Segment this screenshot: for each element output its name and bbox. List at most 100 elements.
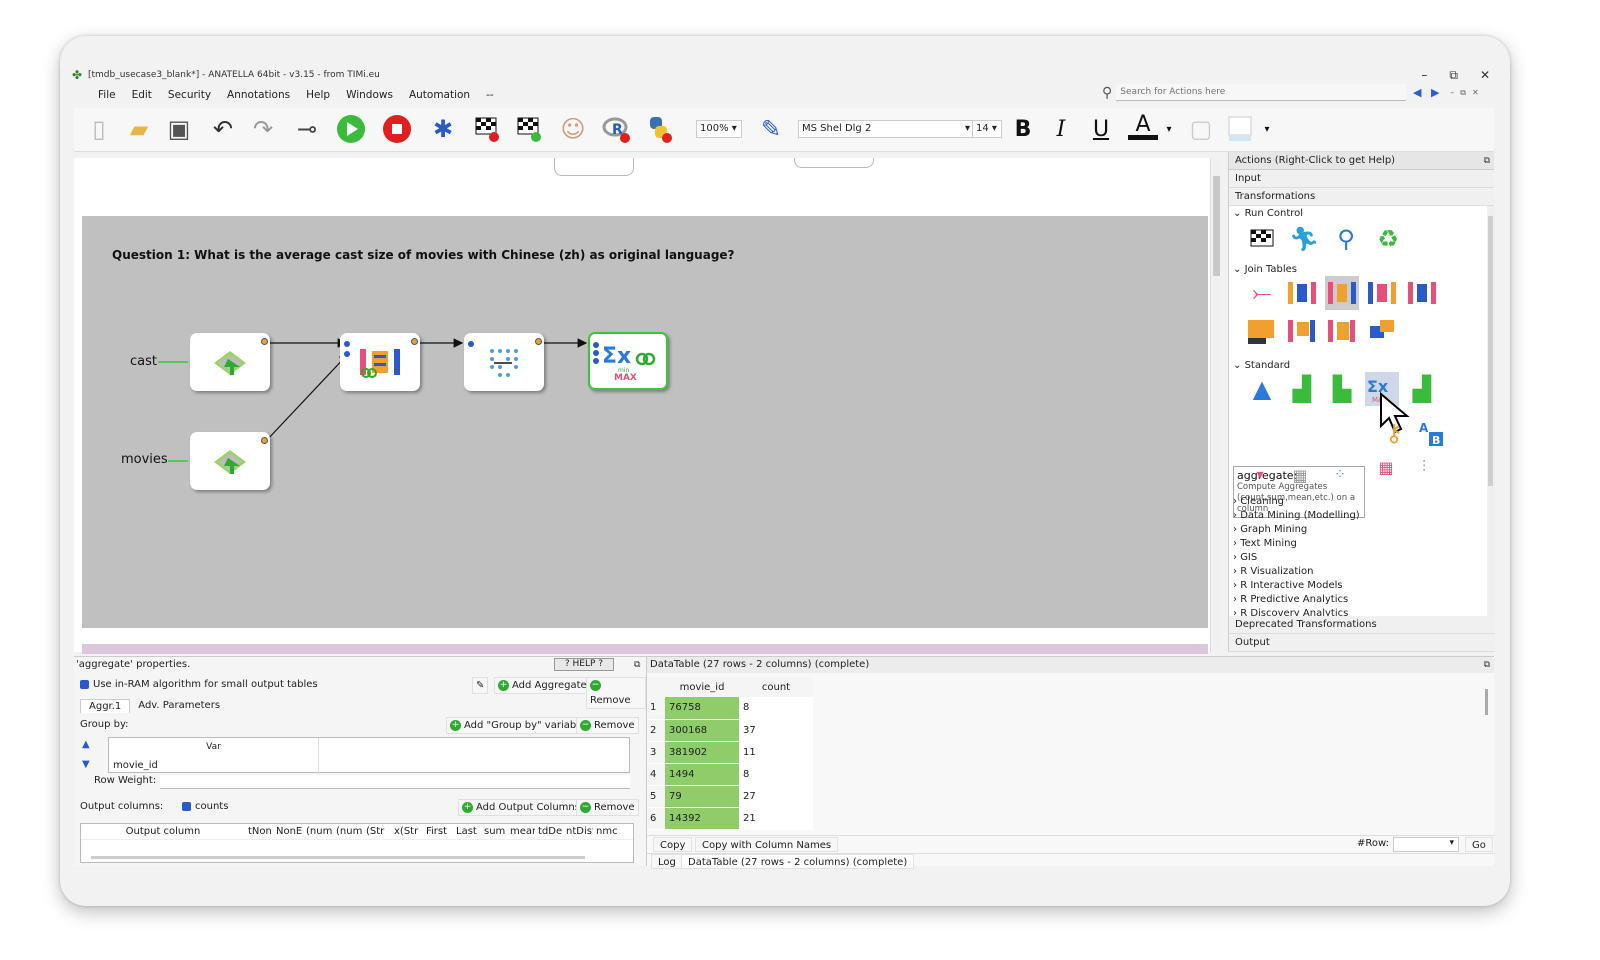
actions-input-tab[interactable]: Input xyxy=(1229,170,1494,188)
column-header-movie-id[interactable]: movie_id xyxy=(665,677,739,697)
tab-adv-parameters[interactable]: Adv. Parameters xyxy=(130,699,228,713)
add-aggregate-button[interactable]: + Add Aggregate xyxy=(494,677,591,694)
remove-output-column-button[interactable]: − Remove xyxy=(576,799,639,816)
move-down-icon[interactable]: ▼ xyxy=(82,759,90,770)
input-port[interactable] xyxy=(593,342,599,348)
group-by-var[interactable]: movie_id xyxy=(113,760,158,771)
key-lookup-icon[interactable]: ⚷ xyxy=(1377,416,1411,450)
row-number-select[interactable]: ▾ xyxy=(1393,837,1459,852)
append-tables-icon[interactable]: ⤚ xyxy=(1245,276,1279,310)
category-join-tables[interactable]: ⌄ Join Tables xyxy=(1233,264,1297,275)
join-left-icon[interactable] xyxy=(1285,276,1319,310)
column-header-count[interactable]: count xyxy=(739,677,813,697)
category-r-visualization[interactable]: › R Visualization xyxy=(1233,566,1313,577)
minimize-button[interactable]: – xyxy=(1421,68,1427,83)
category-standard[interactable]: ⌄ Standard xyxy=(1233,360,1290,371)
fill-color-dropdown-icon[interactable]: ▾ xyxy=(1252,114,1282,144)
category-text-mining[interactable]: › Text Mining xyxy=(1233,538,1297,549)
join-full-icon[interactable] xyxy=(1405,276,1439,310)
run-flag-action-icon[interactable] xyxy=(1245,222,1279,256)
float-panel-icon[interactable]: ⧉ xyxy=(1484,657,1490,673)
join-cdr-icon[interactable] xyxy=(1285,314,1319,348)
category-r-discovery-analytics[interactable]: › R Discovery Analytics xyxy=(1233,608,1348,616)
actions-deprecated-tab[interactable]: Deprecated Transformations xyxy=(1229,616,1495,634)
float-panel-icon[interactable]: ⧉ xyxy=(634,657,640,673)
remove-aggregate-button[interactable]: −Remove xyxy=(586,677,646,709)
join-ram-icon[interactable] xyxy=(1245,314,1279,348)
add-output-columns-button[interactable]: + Add Output Columns xyxy=(458,799,584,816)
move-up-icon[interactable]: ▲ xyxy=(82,739,90,750)
category-cleaning[interactable]: › Cleaning xyxy=(1233,496,1284,507)
float-panel-icon[interactable]: ⧉ xyxy=(1484,152,1490,170)
node-filter[interactable] xyxy=(464,333,544,391)
input-port[interactable] xyxy=(593,350,599,356)
category-data-mining[interactable]: › Data Mining (Modelling) xyxy=(1233,510,1360,521)
category-r-interactive-models[interactable]: › R Interactive Models xyxy=(1233,580,1343,591)
category-r-predictive-analytics[interactable]: › R Predictive Analytics xyxy=(1233,594,1348,605)
search-next-icon[interactable]: ▶ xyxy=(1428,86,1442,100)
add-group-by-button[interactable]: + Add "Group by" variable xyxy=(446,717,590,734)
ascending-bars-icon[interactable]: ▟ xyxy=(1285,372,1319,406)
node-read-movies[interactable] xyxy=(190,432,270,490)
category-graph-mining[interactable]: › Graph Mining xyxy=(1233,524,1307,535)
join-right-icon[interactable] xyxy=(1365,276,1399,310)
runner-action-icon[interactable]: 🏃︎ xyxy=(1287,222,1321,256)
node-read-cast[interactable] xyxy=(190,333,270,391)
tube-icon[interactable]: ⫶ xyxy=(1407,450,1441,484)
tab-aggr1[interactable]: Aggr.1 xyxy=(80,699,131,713)
output-columns-hscroll[interactable] xyxy=(91,856,585,859)
filter-column-icon[interactable]: ▾ xyxy=(1243,458,1277,492)
go-button[interactable]: Go xyxy=(1465,837,1493,852)
table-row[interactable]: 6 14392 21 xyxy=(647,807,813,830)
input-port[interactable] xyxy=(344,351,350,357)
edit-icon[interactable]: ✎ xyxy=(472,677,489,694)
restore-button[interactable]: ⧉ xyxy=(1449,68,1458,83)
join-key-icon[interactable] xyxy=(1365,314,1399,348)
table-row[interactable]: 2 300168 37 xyxy=(647,719,813,742)
tab-datatable[interactable]: DataTable (27 rows - 2 columns) (complet… xyxy=(681,854,915,869)
join-multi-icon[interactable] xyxy=(1325,314,1359,348)
category-run-control[interactable]: ⌄ Run Control xyxy=(1233,208,1303,219)
copy-button[interactable]: Copy xyxy=(653,837,693,852)
node-aggregate[interactable]: Σx min MAX xyxy=(588,332,668,390)
sort-cone-icon[interactable]: ▲ xyxy=(1245,372,1279,406)
remove-columns-icon[interactable]: ▦ xyxy=(1369,450,1403,484)
mdi-controls-icon[interactable]: –⧉✕ xyxy=(1450,88,1484,98)
join-inner-icon[interactable] xyxy=(1325,276,1359,310)
table-row[interactable]: 1 76758 8 xyxy=(647,697,813,720)
counts-checkbox[interactable]: counts xyxy=(182,801,228,812)
loop-action-icon[interactable]: ♻︎ xyxy=(1371,222,1405,256)
datatable-scrollbar[interactable] xyxy=(1485,689,1488,715)
use-in-ram-checkbox[interactable]: Use in-RAM algorithm for small output ta… xyxy=(80,679,318,690)
input-port[interactable] xyxy=(593,358,599,364)
table-row[interactable]: 4 1494 8 xyxy=(647,763,813,786)
output-port[interactable] xyxy=(261,338,268,345)
table-row[interactable]: 3 381902 11 xyxy=(647,741,813,764)
grid-table-icon[interactable]: ▦ xyxy=(1283,458,1317,492)
scatter-arrow-icon[interactable]: ⁘ xyxy=(1323,458,1357,492)
tab-log[interactable]: Log xyxy=(651,854,683,869)
node-join[interactable] xyxy=(340,333,420,391)
actions-panel-header: Actions (Right-Click to get Help) ⧉ xyxy=(1229,152,1494,170)
remove-group-by-button[interactable]: − Remove xyxy=(576,717,639,734)
tree-scrollbar[interactable] xyxy=(1487,206,1495,616)
category-gis[interactable]: › GIS xyxy=(1233,552,1257,563)
table-row[interactable]: 5 79 27 xyxy=(647,785,813,808)
rename-columns-icon[interactable]: AB xyxy=(1415,416,1449,450)
help-button[interactable]: ? HELP ? xyxy=(554,658,614,671)
close-button[interactable]: ✕ xyxy=(1480,68,1490,83)
actions-transformations-tab[interactable]: Transformations xyxy=(1229,188,1494,206)
input-port[interactable] xyxy=(468,341,474,347)
magnifier-action-icon[interactable]: ⚲ xyxy=(1329,222,1363,256)
actions-output-tab[interactable]: Output xyxy=(1229,634,1495,652)
input-port[interactable] xyxy=(344,341,350,347)
search-prev-icon[interactable]: ◀ xyxy=(1410,86,1424,100)
grouped-bars-icon[interactable]: ▙ xyxy=(1325,372,1359,406)
row-label: #Row: xyxy=(1357,838,1389,849)
copy-with-column-names-button[interactable]: Copy with Column Names xyxy=(695,837,839,852)
output-port[interactable] xyxy=(261,437,268,444)
row-weight-field[interactable] xyxy=(160,775,630,789)
output-port[interactable] xyxy=(411,338,418,345)
annotation-strip[interactable] xyxy=(82,644,1208,654)
output-port[interactable] xyxy=(535,338,542,345)
